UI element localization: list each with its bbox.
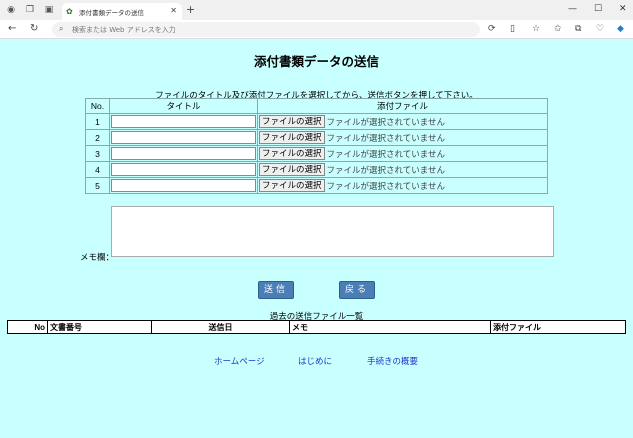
overview-link[interactable]: 手続きの概要 xyxy=(367,355,418,367)
intro-link[interactable]: はじめに xyxy=(298,355,332,367)
hist-col-no: No xyxy=(7,320,48,334)
hist-col-sent-date: 送信日 xyxy=(151,320,290,334)
title-input[interactable] xyxy=(111,115,256,128)
back-button[interactable]: 戻る xyxy=(339,281,375,299)
profile-icon[interactable]: ◉ xyxy=(6,5,16,15)
row-number: 3 xyxy=(85,145,110,162)
table-row: 4 ファイルの選択 ファイルが選択されていません xyxy=(85,161,548,178)
file-status: ファイルが選択されていません xyxy=(326,180,446,191)
extensions-icon[interactable]: ♡ xyxy=(596,24,604,34)
table-row: 3 ファイルの選択 ファイルが選択されていません xyxy=(85,145,548,162)
address-bar[interactable]: ⌕ 検索または Web アドレスを入力 xyxy=(52,22,480,37)
attachment-table: No. タイトル 添付ファイル 1 ファイルの選択 ファイルが選択されていません … xyxy=(85,98,548,194)
hist-col-memo: メモ xyxy=(289,320,491,334)
page-content: 添付書類データの送信 ファイルのタイトル及び添付ファイルを選択してから、送信ボタ… xyxy=(0,40,633,438)
split-screen-icon[interactable]: ▯ xyxy=(510,24,515,34)
history-table: No 文書番号 送信日 メモ 添付ファイル xyxy=(7,320,626,334)
favicon-icon: ✿ xyxy=(66,7,73,16)
row-number: 1 xyxy=(85,113,110,130)
search-icon: ⌕ xyxy=(59,24,64,33)
col-file-header: 添付ファイル xyxy=(257,98,548,114)
choose-file-button[interactable]: ファイルの選択 xyxy=(259,179,325,192)
address-placeholder: 検索または Web アドレスを入力 xyxy=(72,26,176,34)
minimize-icon[interactable]: — xyxy=(568,4,577,14)
close-window-icon[interactable]: ✕ xyxy=(619,4,627,14)
col-no-header: No. xyxy=(85,98,110,114)
table-row: 5 ファイルの選択 ファイルが選択されていません xyxy=(85,177,548,194)
choose-file-button[interactable]: ファイルの選択 xyxy=(259,131,325,144)
tab-actions-icon[interactable]: ▣ xyxy=(44,5,54,15)
choose-file-button[interactable]: ファイルの選択 xyxy=(259,115,325,128)
row-number: 2 xyxy=(85,129,110,146)
title-input[interactable] xyxy=(111,147,256,160)
memo-textarea[interactable] xyxy=(111,206,554,257)
page-title: 添付書類データの送信 xyxy=(253,55,379,69)
table-row: 1 ファイルの選択 ファイルが選択されていません xyxy=(85,113,548,130)
address-toolbar: ← ↻ ⌕ 検索または Web アドレスを入力 ⟳ ▯ ☆ ✩ ⧉ ♡ ◆ xyxy=(0,20,633,39)
favorites-icon[interactable]: ✩ xyxy=(554,24,562,34)
close-tab-icon[interactable]: ✕ xyxy=(170,6,177,15)
row-number: 5 xyxy=(85,177,110,194)
back-arrow-icon[interactable]: ← xyxy=(8,24,16,34)
memo-label: メモ欄： xyxy=(80,252,115,262)
favorite-star-icon[interactable]: ☆ xyxy=(532,24,540,34)
title-input[interactable] xyxy=(111,131,256,144)
col-title-header: タイトル xyxy=(109,98,258,114)
hist-col-doc-no: 文書番号 xyxy=(47,320,152,334)
hist-col-attachment: 添付ファイル xyxy=(490,320,626,334)
refresh-icon[interactable]: ↻ xyxy=(30,24,38,34)
tab-title: 添付書類データの送信 xyxy=(79,8,144,17)
row-number: 4 xyxy=(85,161,110,178)
collections-icon[interactable]: ⧉ xyxy=(575,24,581,34)
title-input[interactable] xyxy=(111,179,256,192)
maximize-icon[interactable]: ☐ xyxy=(594,4,602,14)
title-input[interactable] xyxy=(111,163,256,176)
new-tab-icon[interactable]: + xyxy=(186,4,195,15)
file-status: ファイルが選択されていません xyxy=(326,116,446,127)
read-aloud-icon[interactable]: ⟳ xyxy=(488,24,496,34)
workspaces-icon[interactable]: ❐ xyxy=(25,5,35,15)
copilot-icon[interactable]: ◆ xyxy=(617,24,624,34)
send-button[interactable]: 送信 xyxy=(258,281,294,299)
browser-tab-bar: ◉ ❐ ▣ ✿ 添付書類データの送信 ✕ + — ☐ ✕ xyxy=(0,0,633,20)
table-row: 2 ファイルの選択 ファイルが選択されていません xyxy=(85,129,548,146)
file-status: ファイルが選択されていません xyxy=(326,164,446,175)
choose-file-button[interactable]: ファイルの選択 xyxy=(259,147,325,160)
browser-tab[interactable]: ✿ 添付書類データの送信 ✕ xyxy=(62,3,182,20)
home-link[interactable]: ホームページ xyxy=(214,355,265,367)
choose-file-button[interactable]: ファイルの選択 xyxy=(259,163,325,176)
file-status: ファイルが選択されていません xyxy=(326,132,446,143)
file-status: ファイルが選択されていません xyxy=(326,148,446,159)
